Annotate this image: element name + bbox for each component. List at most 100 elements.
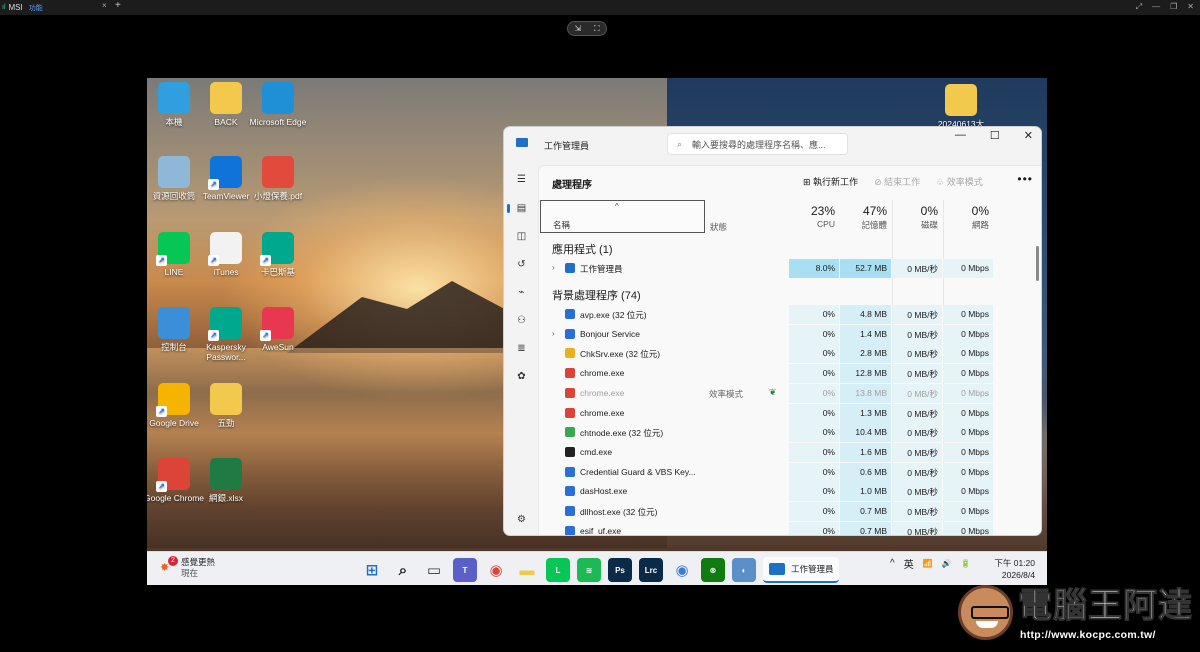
- desktop-icon[interactable]: Microsoft Edge: [248, 82, 308, 127]
- teams-icon[interactable]: T: [453, 558, 477, 582]
- fit-screen-icon[interactable]: ⛶: [594, 24, 600, 34]
- folder-icon: [210, 82, 242, 114]
- start-icon[interactable]: ⊞: [360, 558, 384, 582]
- new-tab-button[interactable]: +: [115, 0, 121, 11]
- desktop-icon[interactable]: ↗ AweSun: [248, 307, 308, 352]
- desktop-icon[interactable]: ↗ iTunes: [196, 232, 256, 277]
- process-row[interactable]: avp.exe (32 位元) 0% 4.8 MB 0 MB/秒 0 Mbps: [539, 305, 1029, 324]
- minimize-button[interactable]: —: [955, 129, 966, 142]
- ime-indicator[interactable]: 英: [904, 556, 914, 571]
- fullscreen-icon[interactable]: ⤢: [1136, 2, 1142, 12]
- restore-button[interactable]: ❐: [1170, 2, 1177, 12]
- column-header-status[interactable]: 狀態: [710, 221, 727, 233]
- clock[interactable]: 下午 01:20 2026/8/4: [994, 557, 1035, 581]
- chrome-alt-icon[interactable]: ◉: [670, 558, 694, 582]
- process-row[interactable]: › 工作管理員 8.0% 52.7 MB 0 MB/秒 0 Mbps: [539, 259, 1029, 278]
- column-header-disk[interactable]: 0% 磁碟: [892, 204, 938, 231]
- users-icon[interactable]: ⚇: [515, 314, 528, 327]
- desktop-icon[interactable]: ↗ Kaspersky Passwor...: [196, 307, 256, 362]
- pointer-mode-icon[interactable]: ⇲: [574, 24, 581, 33]
- line-icon[interactable]: L: [546, 558, 570, 582]
- process-row[interactable]: dllhost.exe (32 位元) 0% 0.7 MB 0 MB/秒 0 Mbps: [539, 502, 1029, 521]
- network-total: 0%: [971, 204, 989, 218]
- wifi-icon[interactable]: 📶: [923, 559, 933, 568]
- maximize-button[interactable]: ☐: [990, 129, 1000, 142]
- process-row[interactable]: dasHost.exe 0% 1.0 MB 0 MB/秒 0 Mbps: [539, 482, 1029, 502]
- shortcut-arrow-icon: ↗: [156, 481, 167, 492]
- process-cpu-cell: 0%: [789, 442, 839, 462]
- desktop-icon[interactable]: 五勁: [196, 383, 256, 428]
- processes-icon[interactable]: ▤: [507, 202, 528, 215]
- viewer-window-controls: ⤢ — ❐ ✕: [1136, 2, 1194, 12]
- run-new-task-button[interactable]: ⊞ 執行新工作: [803, 175, 858, 188]
- process-search-input[interactable]: ⌕ 輸入要搜尋的處理程序名稱、應...: [667, 133, 848, 155]
- process-disk-cell: 0 MB/秒: [892, 502, 942, 521]
- services-icon[interactable]: ✿: [515, 370, 528, 383]
- lightroom-icon[interactable]: Lrc: [639, 558, 663, 582]
- desktop-icon[interactable]: BACK: [196, 82, 256, 127]
- process-row[interactable]: › Bonjour Service 0% 1.4 MB 0 MB/秒 0 Mbps: [539, 324, 1029, 344]
- desktop-icon[interactable]: ↗ 卡巴斯基: [248, 232, 308, 277]
- column-header-memory[interactable]: 47% 記憶體: [840, 204, 887, 231]
- file-explorer-icon[interactable]: ▬: [515, 558, 539, 582]
- more-options-button[interactable]: •••: [1017, 172, 1033, 186]
- expand-chevron-icon[interactable]: ›: [552, 263, 555, 272]
- process-disk-cell: 0 MB/秒: [892, 442, 942, 462]
- scrollbar-thumb[interactable]: [1036, 246, 1039, 281]
- volume-icon[interactable]: 🔊: [942, 559, 952, 568]
- desktop-icon[interactable]: 20240613大: [931, 84, 991, 129]
- process-row[interactable]: chtnode.exe (32 位元) 0% 10.4 MB 0 MB/秒 0 Mbps: [539, 423, 1029, 443]
- viewer-tab[interactable]: ıl MSI 功能: [2, 2, 43, 13]
- settings-icon[interactable]: ⚙: [515, 513, 528, 526]
- desktop-icon-label: iTunes: [213, 267, 239, 277]
- process-row[interactable]: ChkSrv.exe (32 位元) 0% 2.8 MB 0 MB/秒 0 Mbps: [539, 344, 1029, 364]
- group-header-background: 背景處理程序 (74): [552, 290, 641, 302]
- desktop-icon[interactable]: 小燈保養.pdf: [248, 156, 308, 201]
- process-cpu-cell: 0%: [789, 403, 839, 423]
- taskbar-task-manager-button[interactable]: 工作管理員: [763, 557, 839, 583]
- chrome-icon[interactable]: ◉: [484, 558, 508, 582]
- edge-icon: [262, 82, 294, 114]
- end-task-button[interactable]: ⊘ 結束工作: [874, 175, 920, 188]
- shortcut-arrow-icon: ↗: [260, 255, 271, 266]
- process-mem-cell: 13.8 MB: [840, 383, 891, 403]
- expand-chevron-icon[interactable]: ›: [552, 329, 555, 338]
- process-net-cell: 0 Mbps: [943, 344, 993, 364]
- process-row[interactable]: chrome.exe 0% 12.8 MB 0 MB/秒 0 Mbps: [539, 364, 1029, 384]
- app-icon[interactable]: ◐: [732, 558, 756, 582]
- battery-icon[interactable]: 🔋: [961, 559, 971, 568]
- process-row[interactable]: Credential Guard & VBS Key... 0% 0.6 MB 0 M…: [539, 462, 1029, 482]
- photoshop-icon[interactable]: Ps: [608, 558, 632, 582]
- viewer-titlebar: ıl MSI 功能 × + ⤢ — ❐ ✕: [0, 0, 1200, 15]
- process-cpu-cell: 0%: [789, 423, 839, 443]
- desktop-icon[interactable]: 網銀.xlsx: [196, 458, 256, 503]
- process-row[interactable]: chrome.exe 效率模式 ❦ 0% 13.8 MB 0 MB/秒 0 Mbps: [539, 383, 1029, 403]
- weather-widget[interactable]: ✸ 2 感覺更熱 現在: [160, 555, 215, 579]
- close-button[interactable]: ✕: [1187, 2, 1194, 12]
- desktop-icon[interactable]: ↗ TeamViewer: [196, 156, 256, 201]
- process-row[interactable]: chrome.exe 0% 1.3 MB 0 MB/秒 0 Mbps: [539, 403, 1029, 423]
- app-history-icon[interactable]: ↺: [515, 258, 528, 271]
- spotify-icon[interactable]: ≋: [577, 558, 601, 582]
- shortcut-arrow-icon: ↗: [260, 330, 271, 341]
- close-button[interactable]: ✕: [1024, 129, 1033, 142]
- column-header-network[interactable]: 0% 網路: [943, 204, 989, 231]
- search-icon[interactable]: ⌕: [391, 558, 415, 582]
- process-row[interactable]: esif_uf.exe 0% 0.7 MB 0 MB/秒 0 Mbps: [539, 521, 1029, 535]
- details-icon[interactable]: ≣: [515, 342, 528, 355]
- performance-icon[interactable]: ◫: [515, 230, 528, 243]
- tray-overflow-chevron-icon[interactable]: ^: [890, 558, 895, 569]
- process-icon: [565, 506, 575, 516]
- xbox-icon[interactable]: ⊗: [701, 558, 725, 582]
- column-header-cpu[interactable]: 23% CPU: [789, 204, 835, 229]
- minimize-button[interactable]: —: [1152, 2, 1160, 12]
- process-icon: [565, 348, 575, 359]
- efficiency-mode-button[interactable]: ♧ 效率模式: [936, 175, 983, 188]
- process-row[interactable]: cmd.exe 0% 1.6 MB 0 MB/秒 0 Mbps: [539, 442, 1029, 462]
- tab-close-button[interactable]: ×: [102, 1, 107, 10]
- column-header-name[interactable]: ^ 名稱: [540, 200, 705, 233]
- watermark-mascot: [958, 585, 1013, 640]
- task-view-icon[interactable]: ▭: [422, 558, 446, 582]
- startup-icon[interactable]: ⌁: [515, 286, 528, 299]
- menu-icon[interactable]: ☰: [515, 173, 528, 186]
